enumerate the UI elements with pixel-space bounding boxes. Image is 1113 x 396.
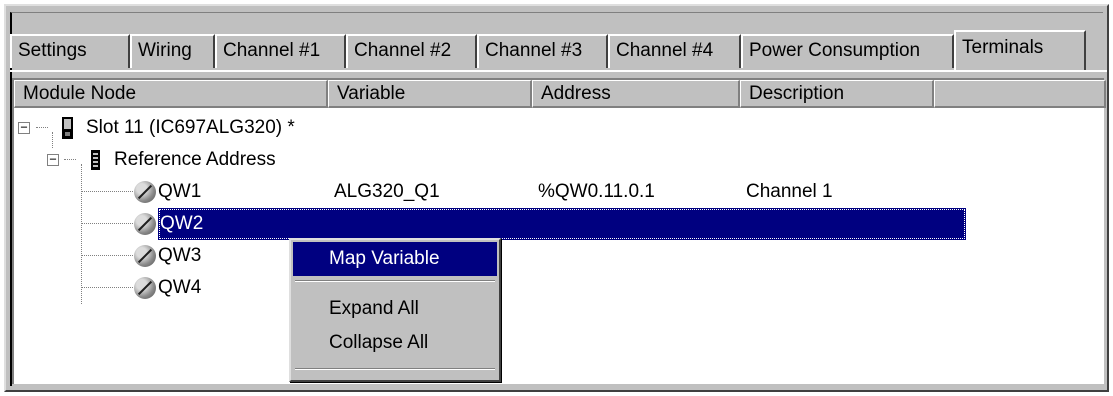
context-menu: Map Variable Expand All Collapse All xyxy=(289,238,501,382)
slot-module-icon xyxy=(62,117,73,139)
tab-channel-3[interactable]: Channel #3 xyxy=(477,34,608,68)
column-module-node[interactable]: Module Node xyxy=(14,80,328,108)
tab-channel-2[interactable]: Channel #2 xyxy=(346,34,477,68)
table-row[interactable]: QW4 xyxy=(14,272,1104,304)
tree-row-slot[interactable]: − Slot 11 (IC697ALG320) * xyxy=(14,112,1104,144)
reference-address-icon xyxy=(91,150,100,170)
menu-item-map-variable[interactable]: Map Variable xyxy=(293,242,497,276)
collapse-toggle-icon[interactable]: − xyxy=(47,153,59,166)
tab-channel-1[interactable]: Channel #1 xyxy=(215,34,346,68)
terminal-screw-icon xyxy=(134,181,156,203)
table-row[interactable]: QW3 xyxy=(14,240,1104,272)
address-cell: %QW0.11.0.1 xyxy=(538,181,655,202)
menu-separator xyxy=(295,280,495,282)
tab-channel-4[interactable]: Channel #4 xyxy=(608,34,741,68)
tab-baseline xyxy=(10,70,1107,72)
node-name: QW1 xyxy=(158,181,202,202)
column-header: Module Node Variable Address Description xyxy=(14,80,1106,108)
menu-item-collapse-all[interactable]: Collapse All xyxy=(293,326,497,360)
column-variable[interactable]: Variable xyxy=(328,80,532,108)
table-row-selected[interactable]: QW2 xyxy=(14,208,1104,240)
tab-wiring[interactable]: Wiring xyxy=(130,34,215,68)
node-name: QW2 xyxy=(160,213,204,234)
menu-item-expand-all[interactable]: Expand All xyxy=(293,292,497,326)
variable-cell: ALG320_Q1 xyxy=(334,181,440,202)
tab-terminals[interactable]: Terminals xyxy=(954,30,1086,70)
description-cell: Channel 1 xyxy=(746,181,833,202)
node-name: QW4 xyxy=(158,277,202,298)
tree-row-reference-address[interactable]: − Reference Address xyxy=(14,144,1104,176)
collapse-toggle-icon[interactable]: − xyxy=(18,121,30,134)
slot-label: Slot 11 (IC697ALG320) * xyxy=(86,117,295,138)
terminals-listview[interactable]: Module Node Variable Address Description… xyxy=(12,78,1106,384)
outer-frame: Settings Wiring Channel #1 Channel #2 Ch… xyxy=(0,0,1113,396)
selection-highlight: QW2 xyxy=(158,208,966,240)
table-row[interactable]: QW1 ALG320_Q1 %QW0.11.0.1 Channel 1 xyxy=(14,176,1104,208)
column-description[interactable]: Description xyxy=(740,80,934,108)
node-name: QW3 xyxy=(158,245,202,266)
tab-power-consumption[interactable]: Power Consumption xyxy=(741,34,954,68)
terminal-screw-icon xyxy=(134,213,156,235)
menu-separator xyxy=(295,368,495,370)
column-filler xyxy=(934,80,1106,108)
column-address[interactable]: Address xyxy=(532,80,740,108)
tab-settings[interactable]: Settings xyxy=(10,34,130,68)
terminal-screw-icon xyxy=(134,245,156,267)
reference-address-label: Reference Address xyxy=(114,149,276,170)
terminal-screw-icon xyxy=(134,277,156,299)
tab-strip: Settings Wiring Channel #1 Channel #2 Ch… xyxy=(10,30,1113,70)
